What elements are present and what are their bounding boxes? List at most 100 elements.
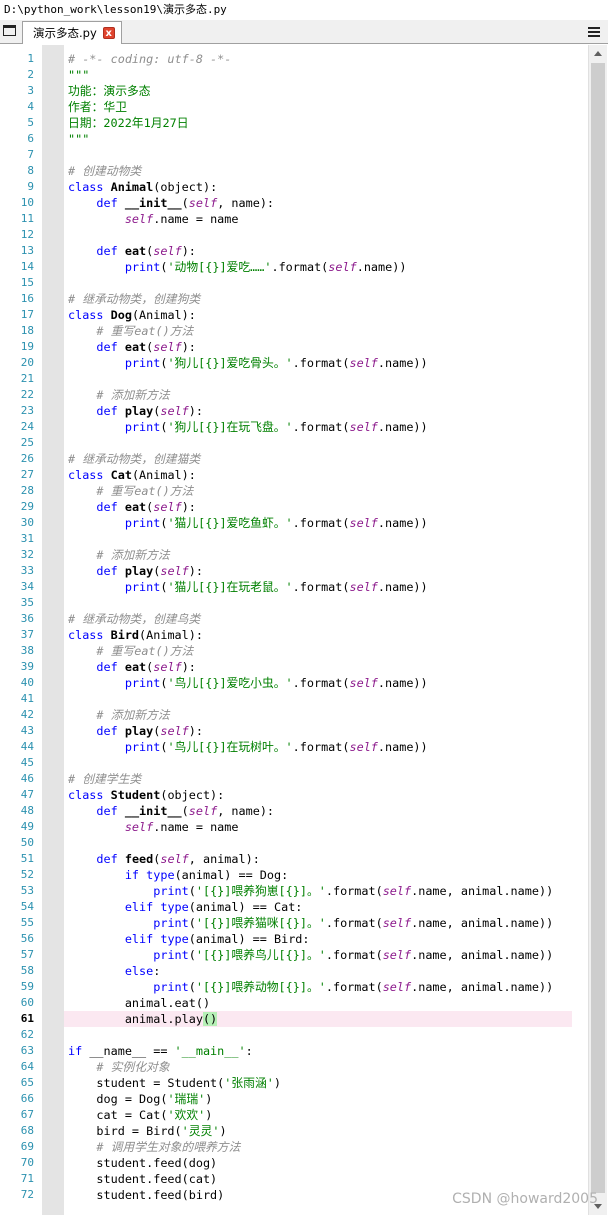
code-line[interactable]: 16 # 继承动物类，创建狗类 <box>0 291 588 307</box>
code-line[interactable]: 32 # 添加新方法 <box>0 547 588 563</box>
code-line[interactable]: 61 animal.play() <box>0 1011 588 1027</box>
code-editor[interactable]: 1 # -*- coding: utf-8 -*- 2 """ 3 功能：演示多态 4 作者：… <box>0 45 608 1215</box>
code-line[interactable]: 54 elif type(animal) == Cat: <box>0 899 588 915</box>
code-line[interactable]: 38 # 重写eat()方法 <box>0 643 588 659</box>
menu-icon[interactable] <box>588 27 600 37</box>
code-line[interactable]: 24 print('狗儿[{}]在玩飞盘。'.format(self.name)… <box>0 419 588 435</box>
code-text: 功能：演示多态 <box>68 84 151 98</box>
code-line[interactable]: 53 print('[{}]喂养狗崽[{}]。'.format(self.nam… <box>0 883 588 899</box>
code-line[interactable]: 18 # 重写eat()方法 <box>0 323 588 339</box>
code-text: else: <box>124 964 161 978</box>
close-icon[interactable]: x <box>102 27 115 39</box>
code-line[interactable]: 1 # -*- coding: utf-8 -*- <box>0 51 588 67</box>
code-text: # 继承动物类，创建狗类 <box>68 292 201 306</box>
code-line[interactable]: 9 class Animal(object): <box>0 179 588 195</box>
tab-file[interactable]: 演示多态.py x <box>22 21 122 44</box>
code-line[interactable]: 67 cat = Cat('欢欢') <box>0 1107 588 1123</box>
code-line[interactable]: 7 <box>0 147 588 163</box>
code-line[interactable]: 66 dog = Dog('瑞瑞') <box>0 1091 588 1107</box>
code-text: elif type(animal) == Cat: <box>124 900 303 914</box>
code-line[interactable]: 5 日期：2022年1月27日 <box>0 115 588 131</box>
code-line[interactable]: 34 print('猫儿[{}]在玩老鼠。'.format(self.name)… <box>0 579 588 595</box>
tab-list-icon[interactable] <box>3 25 16 36</box>
code-line[interactable]: 42 # 添加新方法 <box>0 707 588 723</box>
code-lines: 1 # -*- coding: utf-8 -*- 2 """ 3 功能：演示多态 4 作者：… <box>0 51 588 1203</box>
code-text: print('狗儿[{}]在玩飞盘。'.format(self.name)) <box>124 420 428 434</box>
code-line[interactable]: 2 """ <box>0 67 588 83</box>
code-line[interactable]: 17 class Dog(Animal): <box>0 307 588 323</box>
code-line[interactable]: 35 <box>0 595 588 611</box>
code-text: class Bird(Animal): <box>68 628 203 642</box>
code-line[interactable]: 51 def feed(self, animal): <box>0 851 588 867</box>
vertical-scrollbar[interactable] <box>588 45 607 1215</box>
code-line[interactable]: 26 # 继承动物类，创建猫类 <box>0 451 588 467</box>
tab-label: 演示多态.py <box>33 26 97 40</box>
code-line[interactable]: 70 student.feed(dog) <box>0 1155 588 1171</box>
code-line[interactable]: 62 <box>0 1027 588 1043</box>
code-line[interactable]: 39 def eat(self): <box>0 659 588 675</box>
code-line[interactable]: 55 print('[{}]喂养猫咪[{}]。'.format(self.nam… <box>0 915 588 931</box>
code-line[interactable]: 11 self.name = name <box>0 211 588 227</box>
code-line[interactable]: 65 student = Student('张雨涵') <box>0 1075 588 1091</box>
code-line[interactable]: 20 print('狗儿[{}]爱吃骨头。'.format(self.name)… <box>0 355 588 371</box>
line-number: 34 <box>20 580 34 593</box>
code-text: def __init__(self, name): <box>96 804 275 818</box>
code-text: # 调用学生对象的喂养方法 <box>96 1140 241 1154</box>
line-number: 41 <box>20 692 34 705</box>
code-line[interactable]: 63 if __name__ == '__main__': <box>0 1043 588 1059</box>
code-line[interactable]: 60 animal.eat() <box>0 995 588 1011</box>
code-line[interactable]: 23 def play(self): <box>0 403 588 419</box>
code-line[interactable]: 3 功能：演示多态 <box>0 83 588 99</box>
code-line[interactable]: 27 class Cat(Animal): <box>0 467 588 483</box>
code-line[interactable]: 56 elif type(animal) == Bird: <box>0 931 588 947</box>
code-line[interactable]: 50 <box>0 835 588 851</box>
code-line[interactable]: 31 <box>0 531 588 547</box>
line-number: 11 <box>20 212 34 225</box>
line-number: 50 <box>20 836 34 849</box>
code-line[interactable]: 48 def __init__(self, name): <box>0 803 588 819</box>
code-line[interactable]: 19 def eat(self): <box>0 339 588 355</box>
code-line[interactable]: 52 if type(animal) == Dog: <box>0 867 588 883</box>
code-line[interactable]: 44 print('鸟儿[{}]在玩树叶。'.format(self.name)… <box>0 739 588 755</box>
code-line[interactable]: 30 print('猫儿[{}]爱吃鱼虾。'.format(self.name)… <box>0 515 588 531</box>
code-line[interactable]: 4 作者：华卫 <box>0 99 588 115</box>
code-line[interactable]: 28 # 重写eat()方法 <box>0 483 588 499</box>
line-number: 3 <box>27 84 34 97</box>
code-line[interactable]: 43 def play(self): <box>0 723 588 739</box>
code-text: # -*- coding: utf-8 -*- <box>68 52 232 66</box>
code-line[interactable]: 37 class Bird(Animal): <box>0 627 588 643</box>
line-number: 28 <box>20 484 34 497</box>
code-line[interactable]: 8 # 创建动物类 <box>0 163 588 179</box>
code-line[interactable]: 22 # 添加新方法 <box>0 387 588 403</box>
code-line[interactable]: 64 # 实例化对象 <box>0 1059 588 1075</box>
code-line[interactable]: 45 <box>0 755 588 771</box>
code-line[interactable]: 49 self.name = name <box>0 819 588 835</box>
code-line[interactable]: 33 def play(self): <box>0 563 588 579</box>
code-line[interactable]: 25 <box>0 435 588 451</box>
code-line[interactable]: 21 <box>0 371 588 387</box>
scroll-up-icon[interactable] <box>594 51 602 56</box>
scrollbar-thumb[interactable] <box>591 63 605 1193</box>
code-line[interactable]: 29 def eat(self): <box>0 499 588 515</box>
code-line[interactable]: 36 # 继承动物类，创建鸟类 <box>0 611 588 627</box>
code-line[interactable]: 6 """ <box>0 131 588 147</box>
code-line[interactable]: 15 <box>0 275 588 291</box>
code-text: cat = Cat('欢欢') <box>68 1108 213 1122</box>
code-line[interactable]: 71 student.feed(cat) <box>0 1171 588 1187</box>
code-line[interactable]: 47 class Student(object): <box>0 787 588 803</box>
line-number: 55 <box>20 916 34 929</box>
code-line[interactable]: 13 def eat(self): <box>0 243 588 259</box>
code-text: class Cat(Animal): <box>68 468 196 482</box>
code-line[interactable]: 46 # 创建学生类 <box>0 771 588 787</box>
code-line[interactable]: 57 print('[{}]喂养鸟儿[{}]。'.format(self.nam… <box>0 947 588 963</box>
code-line[interactable]: 58 else: <box>0 963 588 979</box>
code-line[interactable]: 14 print('动物[{}]爱吃……'.format(self.name)) <box>0 259 588 275</box>
code-line[interactable]: 69 # 调用学生对象的喂养方法 <box>0 1139 588 1155</box>
code-line[interactable]: 41 <box>0 691 588 707</box>
code-line[interactable]: 59 print('[{}]喂养动物[{}]。'.format(self.nam… <box>0 979 588 995</box>
code-line[interactable]: 12 <box>0 227 588 243</box>
code-line[interactable]: 40 print('鸟儿[{}]爱吃小虫。'.format(self.name)… <box>0 675 588 691</box>
line-number: 12 <box>20 228 34 241</box>
code-line[interactable]: 10 def __init__(self, name): <box>0 195 588 211</box>
code-line[interactable]: 68 bird = Bird('灵灵') <box>0 1123 588 1139</box>
